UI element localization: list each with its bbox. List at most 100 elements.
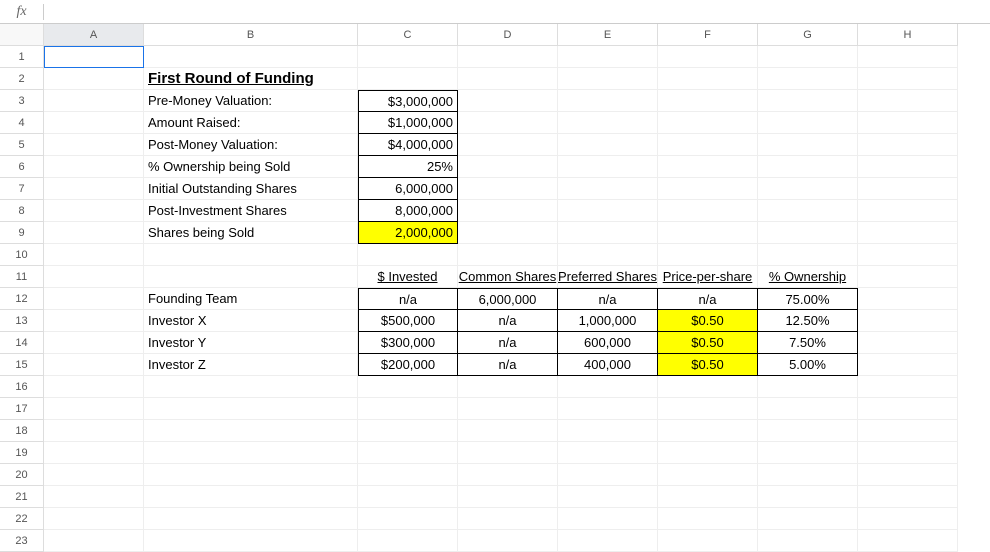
cell-D4[interactable] <box>458 112 558 134</box>
cell-G14[interactable]: 7.50% <box>758 332 858 354</box>
cell-D19[interactable] <box>458 442 558 464</box>
cell-A5[interactable] <box>44 134 144 156</box>
cell-H1[interactable] <box>858 46 958 68</box>
cell-A20[interactable] <box>44 464 144 486</box>
cell-G22[interactable] <box>758 508 858 530</box>
cell-G5[interactable] <box>758 134 858 156</box>
cell-A18[interactable] <box>44 420 144 442</box>
cell-F22[interactable] <box>658 508 758 530</box>
cell-H8[interactable] <box>858 200 958 222</box>
col-header-C[interactable]: C <box>358 24 458 46</box>
cell-G18[interactable] <box>758 420 858 442</box>
cell-B5[interactable]: Post-Money Valuation: <box>144 134 358 156</box>
cell-F14[interactable]: $0.50 <box>658 332 758 354</box>
cell-D22[interactable] <box>458 508 558 530</box>
col-header-G[interactable]: G <box>758 24 858 46</box>
col-header-H[interactable]: H <box>858 24 958 46</box>
cell-F16[interactable] <box>658 376 758 398</box>
cell-A4[interactable] <box>44 112 144 134</box>
cell-F11[interactable]: Price-per-share <box>658 266 758 288</box>
cell-B19[interactable] <box>144 442 358 464</box>
cell-E10[interactable] <box>558 244 658 266</box>
cell-F20[interactable] <box>658 464 758 486</box>
col-header-A[interactable]: A <box>44 24 144 46</box>
cell-C13[interactable]: $500,000 <box>358 310 458 332</box>
cell-B18[interactable] <box>144 420 358 442</box>
row-header-8[interactable]: 8 <box>0 200 44 222</box>
row-header-4[interactable]: 4 <box>0 112 44 134</box>
cell-F3[interactable] <box>658 90 758 112</box>
cell-H14[interactable] <box>858 332 958 354</box>
col-header-B[interactable]: B <box>144 24 358 46</box>
cell-H18[interactable] <box>858 420 958 442</box>
cell-G16[interactable] <box>758 376 858 398</box>
cell-G9[interactable] <box>758 222 858 244</box>
cell-G17[interactable] <box>758 398 858 420</box>
cell-D3[interactable] <box>458 90 558 112</box>
cell-D7[interactable] <box>458 178 558 200</box>
cell-E22[interactable] <box>558 508 658 530</box>
cell-C11[interactable]: $ Invested <box>358 266 458 288</box>
row-header-21[interactable]: 21 <box>0 486 44 508</box>
cell-H2[interactable] <box>858 68 958 90</box>
row-header-7[interactable]: 7 <box>0 178 44 200</box>
cell-E13[interactable]: 1,000,000 <box>558 310 658 332</box>
cell-G2[interactable] <box>758 68 858 90</box>
row-header-18[interactable]: 18 <box>0 420 44 442</box>
cell-A3[interactable] <box>44 90 144 112</box>
cell-H9[interactable] <box>858 222 958 244</box>
cell-C2[interactable] <box>358 68 458 90</box>
cell-D12[interactable]: 6,000,000 <box>458 288 558 310</box>
cell-E3[interactable] <box>558 90 658 112</box>
cell-E19[interactable] <box>558 442 658 464</box>
cell-A2[interactable] <box>44 68 144 90</box>
cell-H15[interactable] <box>858 354 958 376</box>
cell-A21[interactable] <box>44 486 144 508</box>
spreadsheet-grid[interactable]: ABCDEFGH12First Round of Funding3Pre-Mon… <box>0 24 990 552</box>
cell-D10[interactable] <box>458 244 558 266</box>
row-header-6[interactable]: 6 <box>0 156 44 178</box>
cell-F1[interactable] <box>658 46 758 68</box>
cell-F17[interactable] <box>658 398 758 420</box>
cell-B2[interactable]: First Round of Funding <box>144 68 358 90</box>
cell-H17[interactable] <box>858 398 958 420</box>
cell-E12[interactable]: n/a <box>558 288 658 310</box>
cell-E20[interactable] <box>558 464 658 486</box>
row-header-5[interactable]: 5 <box>0 134 44 156</box>
row-header-10[interactable]: 10 <box>0 244 44 266</box>
cell-D1[interactable] <box>458 46 558 68</box>
cell-F9[interactable] <box>658 222 758 244</box>
cell-G3[interactable] <box>758 90 858 112</box>
row-header-23[interactable]: 23 <box>0 530 44 552</box>
cell-D18[interactable] <box>458 420 558 442</box>
cell-B14[interactable]: Investor Y <box>144 332 358 354</box>
cell-G15[interactable]: 5.00% <box>758 354 858 376</box>
cell-E11[interactable]: Preferred Shares <box>558 266 658 288</box>
cell-H19[interactable] <box>858 442 958 464</box>
row-header-19[interactable]: 19 <box>0 442 44 464</box>
col-header-E[interactable]: E <box>558 24 658 46</box>
row-header-12[interactable]: 12 <box>0 288 44 310</box>
cell-H6[interactable] <box>858 156 958 178</box>
cell-H4[interactable] <box>858 112 958 134</box>
cell-D2[interactable] <box>458 68 558 90</box>
cell-F19[interactable] <box>658 442 758 464</box>
row-header-3[interactable]: 3 <box>0 90 44 112</box>
cell-F21[interactable] <box>658 486 758 508</box>
row-header-14[interactable]: 14 <box>0 332 44 354</box>
cell-E23[interactable] <box>558 530 658 552</box>
cell-D23[interactable] <box>458 530 558 552</box>
cell-G23[interactable] <box>758 530 858 552</box>
cell-D21[interactable] <box>458 486 558 508</box>
cell-E2[interactable] <box>558 68 658 90</box>
cell-A9[interactable] <box>44 222 144 244</box>
cell-A17[interactable] <box>44 398 144 420</box>
cell-H16[interactable] <box>858 376 958 398</box>
cell-D17[interactable] <box>458 398 558 420</box>
cell-E1[interactable] <box>558 46 658 68</box>
cell-E21[interactable] <box>558 486 658 508</box>
cell-A12[interactable] <box>44 288 144 310</box>
cell-B23[interactable] <box>144 530 358 552</box>
cell-C19[interactable] <box>358 442 458 464</box>
cell-H22[interactable] <box>858 508 958 530</box>
